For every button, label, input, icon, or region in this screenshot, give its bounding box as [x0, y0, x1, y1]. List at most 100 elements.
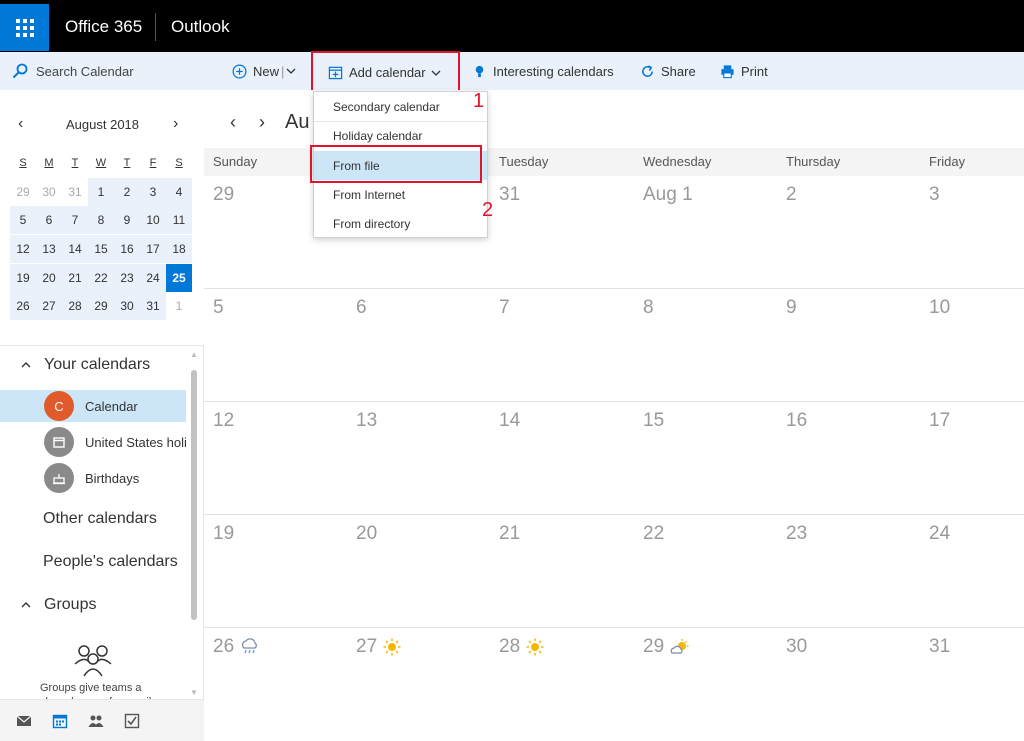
- day-cell-number[interactable]: 26: [213, 636, 260, 658]
- mini-calendar-day[interactable]: 15: [88, 235, 114, 264]
- mini-calendar-day[interactable]: 28: [62, 292, 88, 321]
- mini-calendar-day[interactable]: 21: [62, 263, 88, 292]
- day-cell-number[interactable]: 13: [356, 410, 377, 432]
- day-cell-number[interactable]: 30: [786, 636, 807, 658]
- mini-calendar-day[interactable]: 30: [36, 178, 62, 206]
- app-launcher-icon[interactable]: [0, 4, 49, 51]
- mini-calendar-day[interactable]: 27: [36, 292, 62, 321]
- month-title[interactable]: Au: [285, 111, 309, 134]
- mini-calendar-day[interactable]: 24: [140, 263, 166, 292]
- day-cell-number[interactable]: 9: [786, 297, 797, 319]
- mini-calendar-day[interactable]: 29: [88, 292, 114, 321]
- day-cell-number[interactable]: 8: [643, 297, 654, 319]
- mini-calendar-day[interactable]: 1: [88, 177, 114, 206]
- mini-calendar-day[interactable]: 17: [140, 235, 166, 264]
- mini-calendar-day[interactable]: 22: [88, 263, 114, 292]
- day-cell-number[interactable]: 31: [929, 636, 950, 658]
- day-cell-number[interactable]: 21: [499, 523, 520, 545]
- mini-calendar-day[interactable]: 16: [114, 235, 140, 264]
- peoples-calendars-link[interactable]: People's calendars: [43, 553, 178, 571]
- other-calendars-link[interactable]: Other calendars: [43, 510, 157, 528]
- chevron-down-icon[interactable]: [286, 66, 296, 76]
- day-cell-number[interactable]: 24: [929, 523, 950, 545]
- calendar-item-birthdays[interactable]: Birthdays: [0, 462, 186, 494]
- mini-calendar-day[interactable]: 5: [10, 206, 36, 235]
- day-cell-number[interactable]: 14: [499, 410, 520, 432]
- interesting-calendars-button[interactable]: Interesting calendars: [472, 52, 614, 90]
- day-cell-number[interactable]: 22: [643, 523, 664, 545]
- mini-calendar-day[interactable]: 30: [114, 292, 140, 321]
- scroll-up-arrow[interactable]: ▲: [190, 350, 198, 359]
- day-cell-number[interactable]: 12: [213, 410, 234, 432]
- week-row[interactable]: [204, 515, 1024, 627]
- day-cell-number[interactable]: 29: [213, 184, 234, 206]
- mini-calendar-day[interactable]: 31: [140, 292, 166, 321]
- calendar-item-calendar[interactable]: C Calendar: [0, 390, 186, 422]
- scroll-down-arrow[interactable]: ▼: [190, 688, 198, 697]
- tasks-icon[interactable]: [124, 713, 140, 729]
- your-calendars-header[interactable]: Your calendars: [20, 356, 150, 374]
- mini-calendar-today[interactable]: 25: [166, 263, 192, 292]
- share-button[interactable]: Share: [640, 52, 696, 90]
- day-cell-number[interactable]: 28: [499, 636, 544, 658]
- mini-calendar-day[interactable]: 8: [88, 206, 114, 235]
- day-cell-number[interactable]: 29: [643, 636, 690, 658]
- mini-calendar-day[interactable]: 23: [114, 263, 140, 292]
- mini-calendar-day[interactable]: 14: [62, 235, 88, 264]
- mini-calendar-day[interactable]: 12: [10, 235, 36, 264]
- menu-item-from-directory[interactable]: From directory: [314, 209, 487, 238]
- day-cell-number[interactable]: 16: [786, 410, 807, 432]
- menu-item-secondary-calendar[interactable]: Secondary calendar: [314, 92, 487, 121]
- week-row[interactable]: [204, 628, 1024, 740]
- search-calendar-box[interactable]: Search Calendar: [0, 52, 204, 90]
- mail-icon[interactable]: [16, 713, 32, 729]
- mini-calendar-day[interactable]: 19: [10, 263, 36, 292]
- people-icon[interactable]: [88, 713, 104, 729]
- mini-calendar-day[interactable]: 10: [140, 206, 166, 235]
- day-cell-number[interactable]: 3: [929, 184, 940, 206]
- brand-name[interactable]: Office 365: [65, 17, 142, 37]
- calendar-item-us-holidays[interactable]: United States holi: [0, 426, 186, 458]
- mini-calendar-day[interactable]: 9: [114, 206, 140, 235]
- day-cell-number[interactable]: 19: [213, 523, 234, 545]
- day-cell-number[interactable]: 31: [499, 184, 520, 206]
- mini-calendar-next-button[interactable]: ›: [173, 115, 178, 133]
- mini-calendar-day[interactable]: 29: [10, 178, 36, 206]
- new-button[interactable]: New |: [232, 52, 296, 90]
- mini-calendar-day[interactable]: 6: [36, 206, 62, 235]
- day-cell-number[interactable]: 5: [213, 297, 224, 319]
- add-calendar-button[interactable]: Add calendar: [311, 51, 460, 94]
- day-cell-number[interactable]: 10: [929, 297, 950, 319]
- day-cell-number[interactable]: 27: [356, 636, 401, 658]
- app-name[interactable]: Outlook: [171, 17, 230, 37]
- week-row[interactable]: [204, 289, 1024, 401]
- day-cell-number[interactable]: Aug 1: [643, 184, 693, 206]
- previous-month-button[interactable]: ‹: [230, 112, 236, 133]
- mini-calendar-day[interactable]: 2: [114, 177, 140, 206]
- mini-calendar-day[interactable]: 31: [62, 178, 88, 206]
- mini-calendar-day[interactable]: 11: [166, 206, 192, 235]
- groups-header[interactable]: Groups: [20, 596, 96, 614]
- day-cell-number[interactable]: 15: [643, 410, 664, 432]
- mini-calendar-day[interactable]: 1: [166, 292, 192, 320]
- mini-calendar-day[interactable]: 20: [36, 263, 62, 292]
- day-cell-number[interactable]: 20: [356, 523, 377, 545]
- week-row[interactable]: [204, 402, 1024, 514]
- mini-calendar-prev-button[interactable]: ‹: [18, 115, 23, 133]
- day-cell-number[interactable]: 17: [929, 410, 950, 432]
- mini-calendar-day[interactable]: 18: [166, 235, 192, 264]
- print-button[interactable]: Print: [720, 52, 768, 90]
- day-cell-number[interactable]: 7: [499, 297, 510, 319]
- calendar-icon[interactable]: [52, 713, 68, 729]
- day-cell-number[interactable]: 23: [786, 523, 807, 545]
- mini-calendar-day[interactable]: 3: [140, 177, 166, 206]
- mini-calendar-day[interactable]: 4: [166, 177, 192, 206]
- day-cell-number[interactable]: 6: [356, 297, 367, 319]
- scroll-thumb[interactable]: [191, 370, 197, 620]
- mini-calendar-day[interactable]: 7: [62, 206, 88, 235]
- sidebar-scrollbar[interactable]: ▲ ▼: [190, 350, 198, 697]
- day-cell-number[interactable]: 2: [786, 184, 797, 206]
- mini-calendar-day[interactable]: 13: [36, 235, 62, 264]
- mini-calendar-month-title[interactable]: August 2018: [66, 117, 139, 132]
- next-month-button[interactable]: ›: [259, 112, 265, 133]
